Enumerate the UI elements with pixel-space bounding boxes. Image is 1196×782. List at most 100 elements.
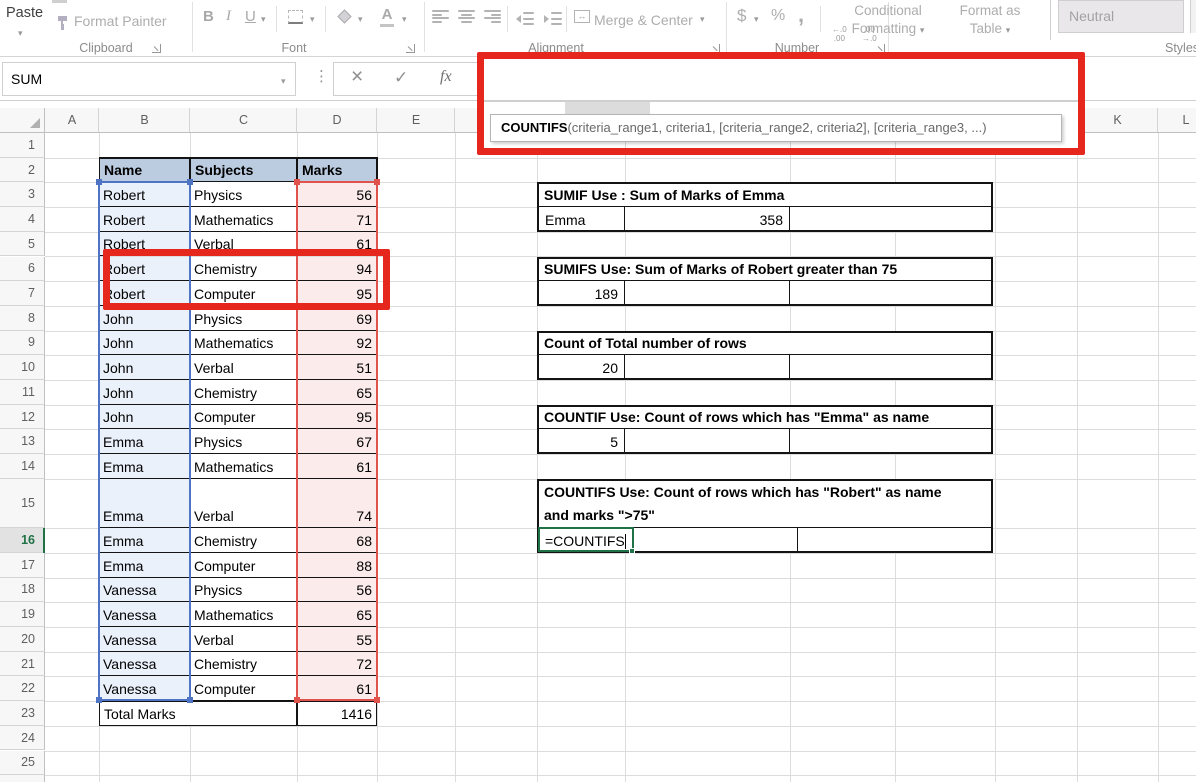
- row-header-14[interactable]: 14: [0, 454, 45, 479]
- name-box[interactable]: SUM ▾: [2, 62, 296, 96]
- row-header-15[interactable]: 15: [0, 478, 45, 529]
- row-header-11[interactable]: 11: [0, 380, 45, 405]
- row-header-1[interactable]: 1: [0, 133, 45, 158]
- table-row-marks[interactable]: 88: [297, 552, 377, 578]
- table-row-marks[interactable]: 72: [297, 651, 377, 677]
- clipboard-dialog-launcher-icon[interactable]: [152, 44, 161, 53]
- summary-value-cell[interactable]: 20: [539, 355, 625, 378]
- row-header-19[interactable]: 19: [0, 602, 45, 627]
- font-color-dropdown-icon[interactable]: ▾: [402, 15, 407, 24]
- table-row-subject[interactable]: Mathematics: [190, 454, 297, 479]
- percent-format-button[interactable]: %: [771, 7, 785, 25]
- summary-value-cell[interactable]: 5: [539, 429, 625, 453]
- bold-button[interactable]: B: [203, 8, 214, 25]
- column-header-C[interactable]: C: [236, 108, 252, 132]
- row-header-22[interactable]: 22: [0, 676, 45, 702]
- summary-table-title[interactable]: SUMIFS Use: Sum of Marks of Robert great…: [539, 259, 991, 282]
- row-header-18[interactable]: 18: [0, 577, 45, 603]
- cancel-icon[interactable]: ×: [351, 65, 363, 89]
- fill-color-dropdown-icon[interactable]: ▾: [358, 15, 363, 24]
- table-row-name[interactable]: Vanessa: [99, 577, 190, 603]
- row-header-4[interactable]: 4: [0, 207, 45, 232]
- formula-input[interactable]: =COUNTIFS($B$3:$B$22,"Robert",$D$3:$D$22…: [489, 62, 1189, 119]
- table-row-name[interactable]: John: [99, 305, 190, 331]
- table-row-name[interactable]: Emma: [99, 528, 190, 553]
- table-row-name[interactable]: Robert: [99, 231, 190, 257]
- column-header-K[interactable]: K: [1110, 108, 1126, 132]
- format-painter-button[interactable]: Format Painter: [74, 13, 167, 29]
- table-row-marks[interactable]: 51: [297, 355, 377, 380]
- align-center-icon[interactable]: [458, 10, 475, 23]
- table-row-subject[interactable]: Chemistry: [190, 651, 297, 677]
- table-row-name[interactable]: Vanessa: [99, 676, 190, 702]
- summary-table-title[interactable]: Count of Total number of rows: [539, 333, 991, 356]
- summary-value-cell[interactable]: [625, 281, 790, 304]
- row-header-9[interactable]: 9: [0, 330, 45, 356]
- table-row-name[interactable]: Robert: [99, 207, 190, 232]
- row-header-12[interactable]: 12: [0, 404, 45, 430]
- insert-function-icon[interactable]: fx: [440, 68, 452, 86]
- column-header-A[interactable]: A: [64, 108, 80, 132]
- table-row-subject[interactable]: Verbal: [190, 478, 297, 529]
- summary-value-cell[interactable]: [625, 355, 790, 378]
- table-row-name[interactable]: John: [99, 380, 190, 405]
- table-row-subject[interactable]: Physics: [190, 429, 297, 455]
- row-header-2[interactable]: 2: [0, 157, 45, 183]
- table-row-name[interactable]: Vanessa: [99, 602, 190, 627]
- table-row-marks[interactable]: 74: [297, 478, 377, 529]
- enter-icon[interactable]: ✓: [394, 68, 408, 88]
- paste-button[interactable]: Paste: [6, 5, 43, 21]
- table-row-marks[interactable]: 94: [297, 256, 377, 282]
- table-row-name[interactable]: John: [99, 404, 190, 430]
- table-row-marks[interactable]: 67: [297, 429, 377, 455]
- row-header-23[interactable]: 23: [0, 701, 45, 726]
- table-row-marks[interactable]: 68: [297, 528, 377, 553]
- table-row-subject[interactable]: Computer: [190, 676, 297, 702]
- table-row-name[interactable]: Emma: [99, 429, 190, 455]
- table-row-marks[interactable]: 61: [297, 454, 377, 479]
- table-header-marks[interactable]: Marks: [297, 157, 377, 183]
- number-dialog-launcher-icon[interactable]: [876, 44, 885, 53]
- table-row-marks[interactable]: 71: [297, 207, 377, 232]
- copy-icon[interactable]: [52, 0, 67, 3]
- fill-handle[interactable]: [628, 547, 635, 554]
- style-neutral-swatch[interactable]: Neutral: [1058, 0, 1184, 33]
- row-header-5[interactable]: 5: [0, 231, 45, 257]
- table-row-subject[interactable]: Verbal: [190, 627, 297, 652]
- name-box-dropdown-icon[interactable]: ▾: [281, 77, 286, 86]
- summary-table-title[interactable]: SUMIF Use : Sum of Marks of Emma: [539, 184, 991, 208]
- table-row-marks[interactable]: 95: [297, 404, 377, 430]
- summary-value-cell[interactable]: [633, 528, 798, 551]
- style-swatch-partial[interactable]: [1190, 0, 1196, 33]
- table-row-subject[interactable]: Chemistry: [190, 256, 297, 282]
- table-row-marks[interactable]: 95: [297, 281, 377, 306]
- table-row-marks[interactable]: 61: [297, 231, 377, 257]
- column-header-L[interactable]: L: [1178, 108, 1194, 132]
- currency-dropdown-icon[interactable]: ▾: [754, 15, 759, 24]
- row-header-20[interactable]: 20: [0, 627, 45, 652]
- decrease-indent-icon[interactable]: [516, 12, 534, 25]
- table-row-marks[interactable]: 65: [297, 380, 377, 405]
- table-header-name[interactable]: Name: [99, 157, 190, 183]
- conditional-formatting-button[interactable]: Conditional Formatting ▾: [838, 2, 938, 38]
- paste-dropdown-icon[interactable]: ▾: [18, 29, 23, 38]
- summary-table-title[interactable]: COUNTIFS Use: Count of rows which has "R…: [539, 481, 991, 529]
- table-row-subject[interactable]: Verbal: [190, 355, 297, 380]
- table-row-subject[interactable]: Physics: [190, 182, 297, 208]
- align-right-icon[interactable]: [484, 10, 501, 23]
- summary-value-cell[interactable]: [798, 528, 991, 551]
- summary-value-cell[interactable]: [790, 207, 991, 230]
- total-marks-label-cell[interactable]: Total Marks: [99, 701, 297, 726]
- table-row-name[interactable]: Emma: [99, 478, 190, 529]
- table-row-subject[interactable]: Physics: [190, 577, 297, 603]
- table-row-name[interactable]: Robert: [99, 182, 190, 208]
- row-header-25[interactable]: 25: [0, 750, 45, 776]
- table-row-subject[interactable]: Computer: [190, 404, 297, 430]
- align-left-icon[interactable]: [432, 10, 449, 23]
- formula-bar-resize-handle[interactable]: ⋮: [314, 67, 329, 85]
- table-row-subject[interactable]: Mathematics: [190, 207, 297, 232]
- summary-value-cell[interactable]: Emma: [539, 207, 625, 230]
- italic-button[interactable]: I: [226, 8, 231, 25]
- increase-indent-icon[interactable]: [544, 12, 562, 25]
- summary-value-cell[interactable]: [790, 429, 991, 452]
